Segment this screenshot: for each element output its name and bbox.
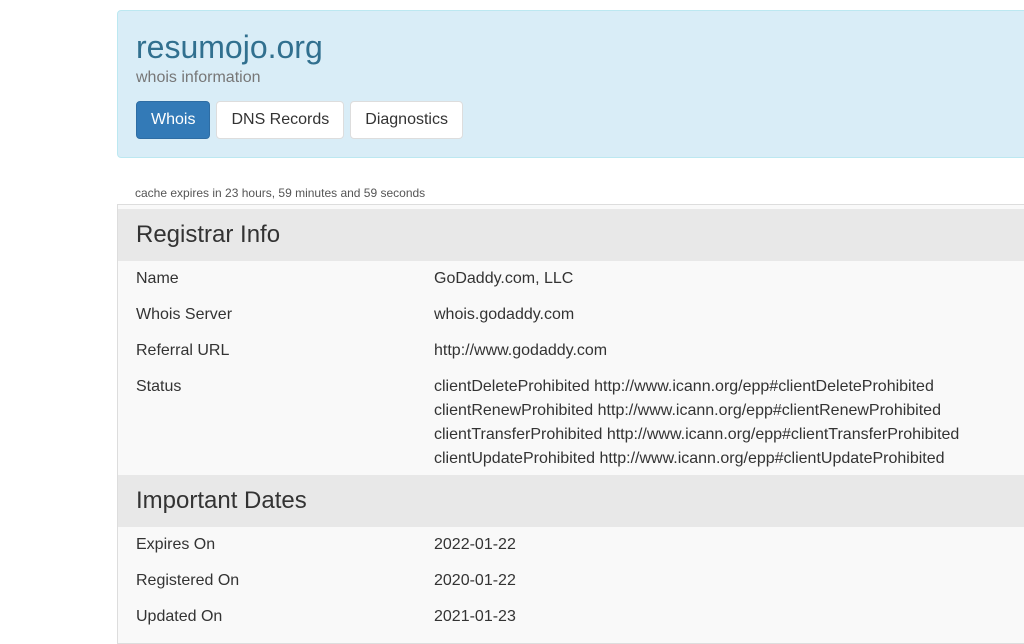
whois-panel: Registrar Info Name GoDaddy.com, LLC Who… — [117, 204, 1024, 644]
tab-diagnostics[interactable]: Diagnostics — [350, 101, 463, 139]
updated-on-value: 2021-01-23 — [434, 608, 516, 625]
whois-server-label: Whois Server — [136, 306, 233, 323]
status-line: clientDeleteProhibited http://www.icann.… — [434, 378, 934, 395]
expires-on-value: 2022-01-22 — [434, 536, 516, 553]
cache-expiry-note: cache expires in 23 hours, 59 minutes an… — [135, 186, 426, 200]
status-line: clientRenewProhibited http://www.icann.o… — [434, 402, 941, 419]
updated-on-label: Updated On — [136, 608, 223, 625]
whois-server-value: whois.godaddy.com — [434, 306, 575, 323]
status-label: Status — [136, 378, 182, 395]
page-title: resumojo.org — [136, 29, 323, 65]
status-line: clientUpdateProhibited http://www.icann.… — [434, 450, 945, 467]
tab-whois[interactable]: Whois — [136, 101, 211, 139]
status-value: clientDeleteProhibited http://www.icann.… — [434, 375, 959, 471]
registered-on-value: 2020-01-22 — [434, 572, 516, 589]
name-value: GoDaddy.com, LLC — [434, 270, 574, 287]
domain-header: resumojo.org whois information Whois DNS… — [117, 10, 1024, 158]
page-subtitle: whois information — [136, 69, 261, 86]
referral-url-value: http://www.godaddy.com — [434, 342, 608, 359]
tab-bar: Whois DNS Records Diagnostics — [136, 101, 463, 139]
important-dates-heading: Important Dates — [118, 475, 1024, 527]
status-line: clientTransferProhibited http://www.ican… — [434, 426, 960, 443]
expires-on-label: Expires On — [136, 536, 216, 553]
tab-dns-records[interactable]: DNS Records — [216, 101, 345, 139]
registrar-info-heading: Registrar Info — [118, 209, 1024, 261]
name-label: Name — [136, 270, 179, 287]
registered-on-label: Registered On — [136, 572, 240, 589]
referral-url-label: Referral URL — [136, 342, 230, 359]
